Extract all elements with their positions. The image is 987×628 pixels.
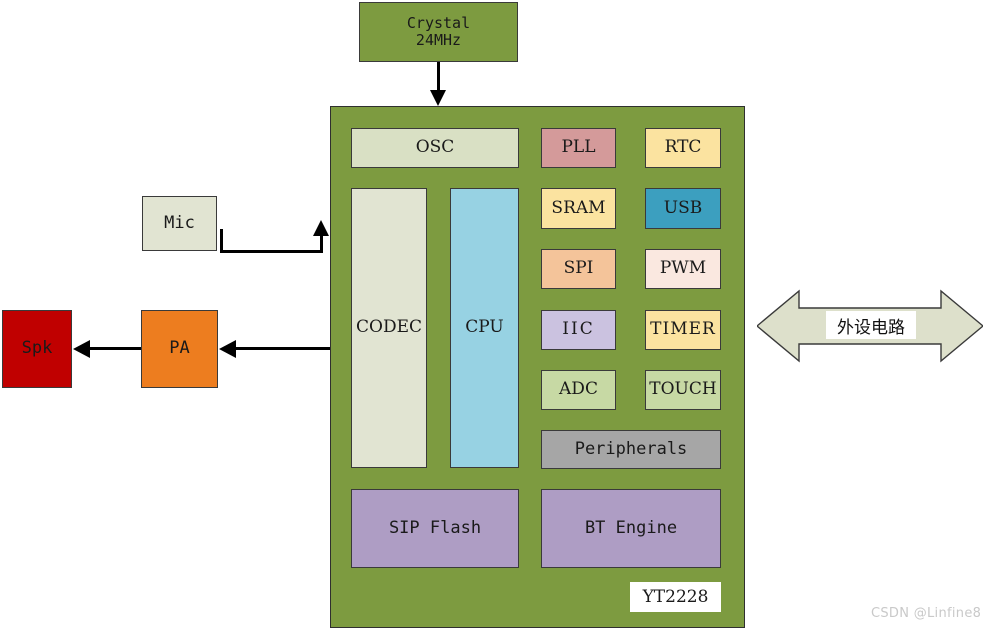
block-codec: CODEC xyxy=(351,188,427,468)
chip-part-number-tag: YT2228 xyxy=(630,582,721,612)
block-sip-flash: SIP Flash xyxy=(351,489,519,568)
pa-to-spk-arrowhead xyxy=(73,340,90,358)
block-usb: USB xyxy=(645,188,721,229)
block-cpu: CPU xyxy=(450,188,519,468)
chip-to-pa-arrowhead xyxy=(219,340,236,358)
chip-to-pa-line xyxy=(236,347,330,350)
mic-line-vertical-into-chip xyxy=(320,233,323,253)
block-timer: TIMER xyxy=(645,310,721,350)
mic-block: Mic xyxy=(142,196,217,251)
block-diagram-canvas: Crystal 24MHz OSC PLL RTC CODEC CPU SRAM… xyxy=(0,0,987,628)
mic-line-horizontal xyxy=(220,250,323,253)
block-touch: TOUCH xyxy=(645,370,721,410)
pa-to-spk-line xyxy=(90,347,141,350)
block-pwm: PWM xyxy=(645,249,721,289)
block-osc: OSC xyxy=(351,128,519,168)
block-bt-engine: BT Engine xyxy=(541,489,721,568)
peripheral-circuit-label: 外设电路 xyxy=(826,311,916,339)
block-rtc: RTC xyxy=(645,128,721,168)
block-peripherals: Peripherals xyxy=(541,430,721,469)
mic-to-chip-arrowhead xyxy=(313,220,329,236)
pa-block: PA xyxy=(141,310,218,388)
block-pll: PLL xyxy=(541,128,616,168)
csdn-watermark: CSDN @Linfine8 xyxy=(871,606,982,621)
block-adc: ADC xyxy=(541,370,616,410)
crystal-block: Crystal 24MHz xyxy=(359,2,518,62)
block-iic: IIC xyxy=(541,310,616,350)
crystal-to-chip-arrowhead xyxy=(430,90,446,106)
spk-block: Spk xyxy=(2,310,72,388)
crystal-to-chip-line xyxy=(437,62,440,92)
block-spi: SPI xyxy=(541,249,616,289)
block-sram: SRAM xyxy=(541,188,616,229)
